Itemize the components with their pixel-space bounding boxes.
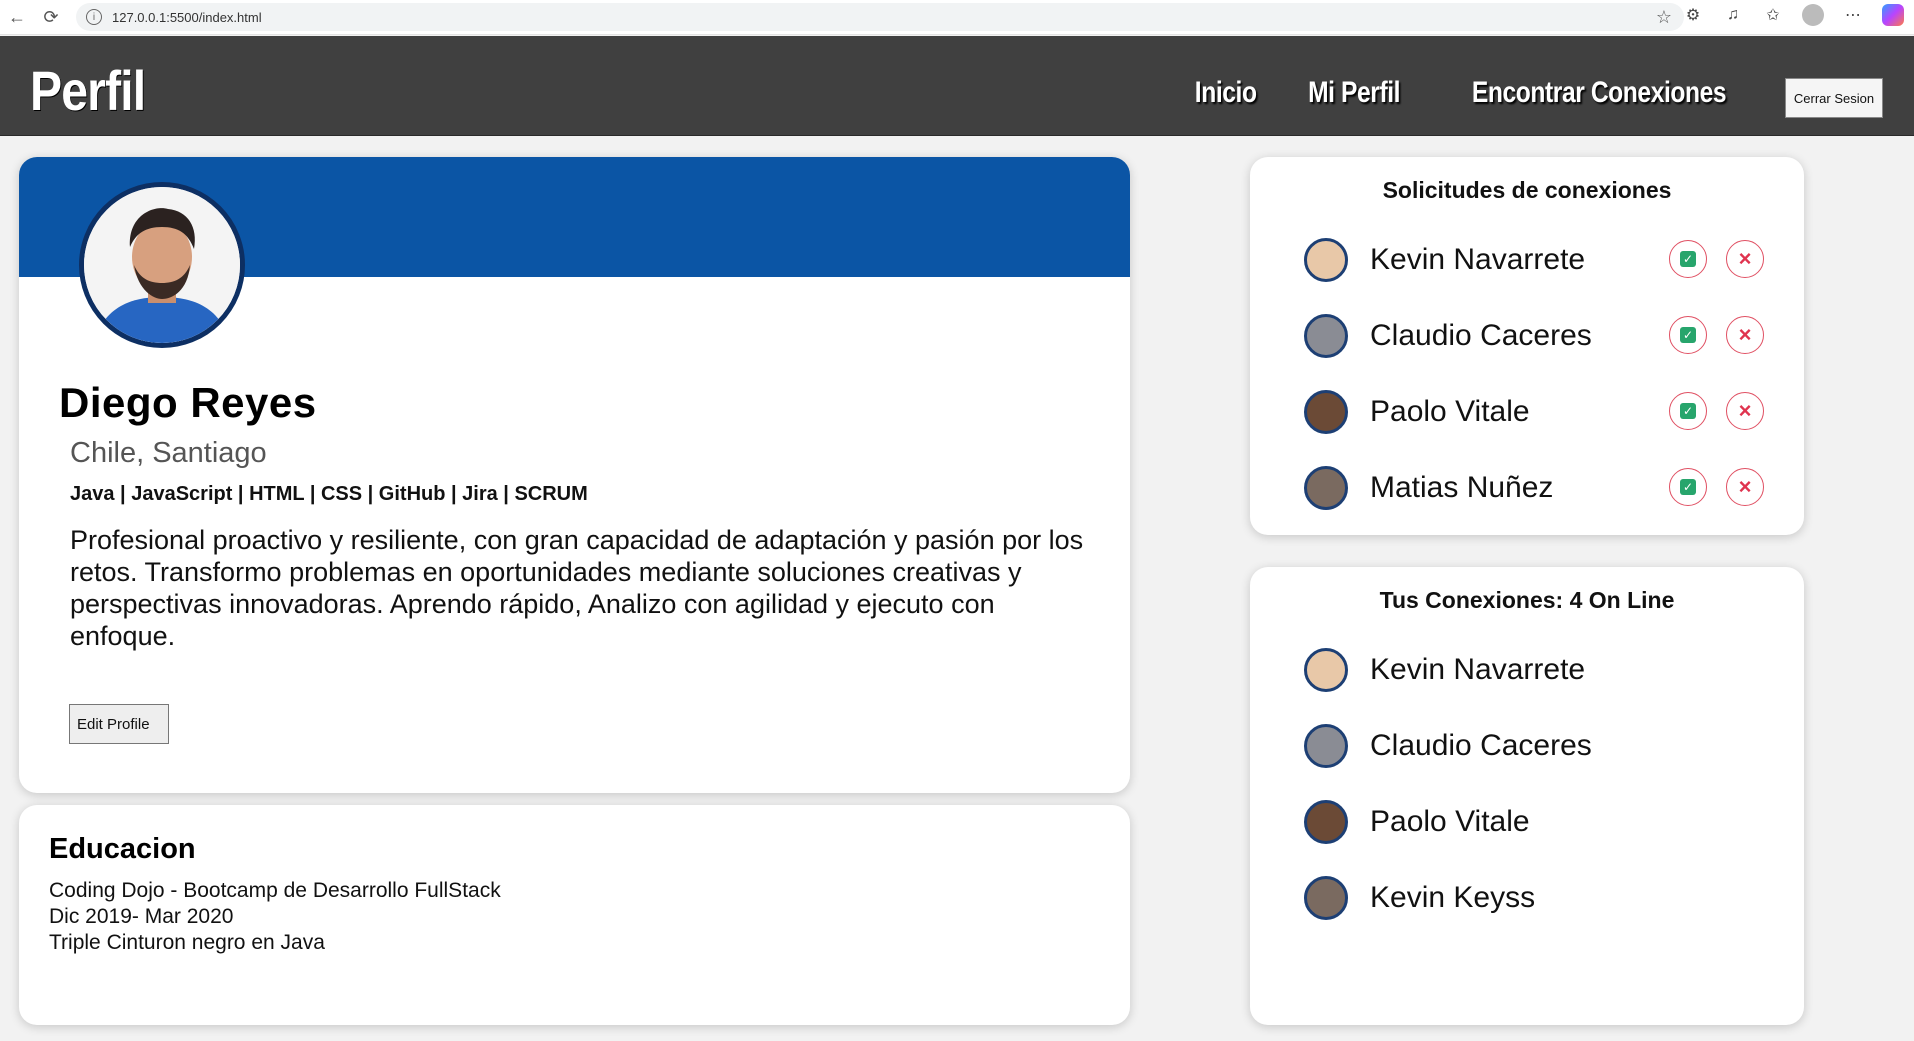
- connection-row: Kevin Navarrete: [1304, 647, 1764, 693]
- avatar: [1304, 314, 1348, 358]
- connection-requests-card: Solicitudes de conexiones Kevin Navarret…: [1250, 157, 1804, 535]
- accept-button[interactable]: ✓: [1669, 316, 1707, 354]
- favorite-star-icon[interactable]: ☆: [1656, 7, 1672, 28]
- profile-bio: Profesional proactivo y resiliente, con …: [70, 525, 1084, 651]
- site-header: Perfil Inicio Mi Perfil Encontrar Conexi…: [0, 36, 1914, 136]
- request-row: Kevin Navarrete ✓ ×: [1304, 237, 1764, 283]
- profile-name: Diego Reyes: [59, 379, 317, 426]
- request-row: Matias Nuñez ✓ ×: [1304, 465, 1764, 511]
- check-icon: ✓: [1680, 403, 1696, 419]
- nav-inicio[interactable]: Inicio: [1195, 76, 1257, 110]
- avatar: [1304, 800, 1348, 844]
- connections-card: Tus Conexiones: 4 On Line Kevin Navarret…: [1250, 567, 1804, 1025]
- nav-mi-perfil[interactable]: Mi Perfil: [1308, 76, 1400, 110]
- connection-name[interactable]: Paolo Vitale: [1370, 805, 1530, 839]
- close-icon: ×: [1738, 246, 1752, 271]
- browser-profile-icon[interactable]: [1802, 4, 1824, 26]
- request-name[interactable]: Kevin Navarrete: [1370, 243, 1585, 277]
- profile-skills: Java | JavaScript | HTML | CSS | GitHub …: [70, 483, 588, 505]
- request-row: Paolo Vitale ✓ ×: [1304, 389, 1764, 435]
- profile-card: Diego Reyes Chile, Santiago Java | JavaS…: [19, 157, 1130, 793]
- avatar: [1304, 876, 1348, 920]
- request-name[interactable]: Paolo Vitale: [1370, 395, 1530, 429]
- reject-button[interactable]: ×: [1726, 240, 1764, 278]
- education-line: Dic 2019- Mar 2020: [49, 905, 234, 928]
- site-info-icon[interactable]: i: [86, 9, 102, 25]
- reject-button[interactable]: ×: [1726, 468, 1764, 506]
- reload-icon[interactable]: ⟳: [36, 2, 66, 32]
- favorites-icon[interactable]: ✩: [1762, 5, 1784, 25]
- education-line: Coding Dojo - Bootcamp de Desarrollo Ful…: [49, 879, 501, 902]
- logout-button[interactable]: Cerrar Sesion: [1785, 78, 1883, 118]
- education-card: Educacion Coding Dojo - Bootcamp de Desa…: [19, 805, 1130, 1025]
- request-name[interactable]: Claudio Caceres: [1370, 319, 1592, 353]
- url-text: 127.0.0.1:5500/index.html: [112, 9, 262, 25]
- more-menu-icon[interactable]: ⋯: [1842, 5, 1864, 25]
- reject-button[interactable]: ×: [1726, 316, 1764, 354]
- request-actions: ✓ ×: [1669, 316, 1764, 354]
- close-icon: ×: [1738, 474, 1752, 499]
- accept-button[interactable]: ✓: [1669, 240, 1707, 278]
- brand-title: Perfil: [30, 59, 146, 122]
- connection-row: Claudio Caceres: [1304, 723, 1764, 769]
- check-icon: ✓: [1680, 327, 1696, 343]
- check-icon: ✓: [1680, 479, 1696, 495]
- profile-photo-icon: [84, 187, 240, 343]
- avatar: [1304, 390, 1348, 434]
- avatar: [1304, 466, 1348, 510]
- nav-encontrar-conexiones[interactable]: Encontrar Conexiones: [1472, 76, 1727, 110]
- connection-row: Paolo Vitale: [1304, 799, 1764, 845]
- connections-title: Tus Conexiones: 4 On Line: [1379, 587, 1675, 613]
- extensions-icon[interactable]: ⚙: [1682, 5, 1704, 25]
- check-icon: ✓: [1680, 251, 1696, 267]
- back-icon[interactable]: ←: [2, 2, 32, 32]
- avatar: [1304, 238, 1348, 282]
- request-actions: ✓ ×: [1669, 468, 1764, 506]
- close-icon: ×: [1738, 398, 1752, 423]
- browser-actions: ⚙ ♫ ✩ ⋯: [1682, 4, 1904, 26]
- education-details: Coding Dojo - Bootcamp de Desarrollo Ful…: [49, 878, 501, 956]
- request-row: Claudio Caceres ✓ ×: [1304, 313, 1764, 359]
- close-icon: ×: [1738, 322, 1752, 347]
- profile-avatar: [79, 182, 245, 348]
- accept-button[interactable]: ✓: [1669, 468, 1707, 506]
- education-line: Triple Cinturon negro en Java: [49, 931, 325, 954]
- main-nav: Inicio Mi Perfil Encontrar Conexiones: [1188, 76, 1754, 110]
- connection-name[interactable]: Kevin Navarrete: [1370, 653, 1585, 687]
- education-title: Educacion: [49, 833, 196, 865]
- reject-button[interactable]: ×: [1726, 392, 1764, 430]
- read-aloud-icon[interactable]: ♫: [1722, 6, 1744, 24]
- profile-location: Chile, Santiago: [70, 437, 267, 469]
- connection-name[interactable]: Kevin Keyss: [1370, 881, 1535, 915]
- edit-profile-button[interactable]: Edit Profile: [69, 704, 169, 744]
- request-actions: ✓ ×: [1669, 392, 1764, 430]
- copilot-icon[interactable]: [1882, 4, 1904, 26]
- address-bar[interactable]: i 127.0.0.1:5500/index.html ☆: [76, 3, 1684, 31]
- avatar: [1304, 724, 1348, 768]
- browser-toolbar: ← ⟳ i 127.0.0.1:5500/index.html ☆ ⚙ ♫ ✩ …: [0, 0, 1914, 35]
- avatar: [1304, 648, 1348, 692]
- requests-title: Solicitudes de conexiones: [1382, 177, 1672, 203]
- request-name[interactable]: Matias Nuñez: [1370, 471, 1553, 505]
- connection-name[interactable]: Claudio Caceres: [1370, 729, 1592, 763]
- accept-button[interactable]: ✓: [1669, 392, 1707, 430]
- connection-row: Kevin Keyss: [1304, 875, 1764, 921]
- request-actions: ✓ ×: [1669, 240, 1764, 278]
